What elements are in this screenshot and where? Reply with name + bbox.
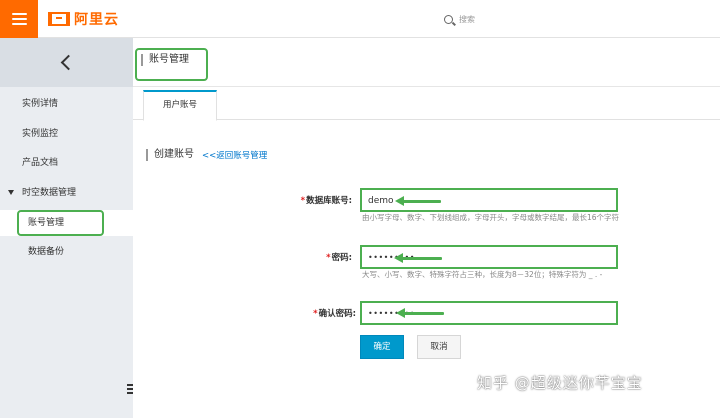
search-icon[interactable] bbox=[444, 14, 453, 24]
confirm-button[interactable]: 确定 bbox=[360, 335, 404, 359]
sidebar-collapse-icon[interactable] bbox=[127, 384, 133, 396]
annotation-highlight-box bbox=[17, 210, 104, 236]
sidebar-item-product-docs[interactable]: 产品文档 bbox=[0, 150, 133, 176]
search-box[interactable]: 搜索 bbox=[444, 12, 475, 26]
section-header: 创建账号 <<返回账号管理 bbox=[146, 149, 267, 161]
watermark: 知乎 @超级迷你芊宝宝 bbox=[477, 374, 643, 392]
search-placeholder: 搜索 bbox=[459, 14, 475, 24]
cancel-button[interactable]: 取消 bbox=[417, 335, 461, 359]
back-to-accounts-link[interactable]: <<返回账号管理 bbox=[202, 149, 267, 161]
sidebar-group-spatiotemporal-data[interactable]: 时空数据管理 bbox=[0, 180, 133, 206]
annotation-arrow-icon bbox=[395, 196, 441, 206]
annotation-arrow-icon bbox=[396, 308, 444, 318]
confirm-password-field-label: *确认密码: bbox=[313, 309, 356, 319]
sidebar-item-instance-details[interactable]: 实例详情 bbox=[0, 91, 133, 117]
top-bar: 阿里云 搜索 bbox=[0, 0, 720, 38]
tab-user-accounts[interactable]: 用户账号 bbox=[143, 90, 217, 121]
password-help-text: 大写、小写、数字、特殊字符占三种，长度为8－32位；特殊字符为 _ . - bbox=[362, 270, 603, 279]
hamburger-menu-icon[interactable] bbox=[0, 0, 38, 38]
account-help-text: 由小写字母、数字、下划线组成，字母开头，字母或数字结尾，最长16个字符 bbox=[362, 213, 620, 222]
section-title: 创建账号 bbox=[146, 149, 194, 161]
sidebar-item-instance-monitoring[interactable]: 实例监控 bbox=[0, 121, 133, 147]
chevron-left-icon bbox=[60, 54, 77, 71]
sidebar: 实例详情 实例监控 产品文档 时空数据管理 账号管理 数据备份 bbox=[0, 38, 133, 418]
sidebar-group-label: 时空数据管理 bbox=[22, 188, 77, 198]
annotation-arrow-icon bbox=[394, 253, 442, 263]
annotation-highlight-box bbox=[135, 48, 208, 81]
account-field-label: *数据库账号: bbox=[300, 196, 352, 206]
page-header: 账号管理 bbox=[133, 38, 720, 87]
tab-bar: 用户账号 bbox=[133, 88, 720, 121]
sidebar-item-data-backup[interactable]: 数据备份 bbox=[0, 239, 133, 265]
aliyun-logo-icon bbox=[48, 12, 70, 26]
caret-down-icon bbox=[8, 190, 14, 195]
sidebar-back-button[interactable] bbox=[0, 38, 133, 87]
aliyun-logo[interactable]: 阿里云 bbox=[48, 9, 119, 29]
password-field-label: *密码: bbox=[326, 253, 352, 263]
logo-text: 阿里云 bbox=[74, 12, 119, 28]
